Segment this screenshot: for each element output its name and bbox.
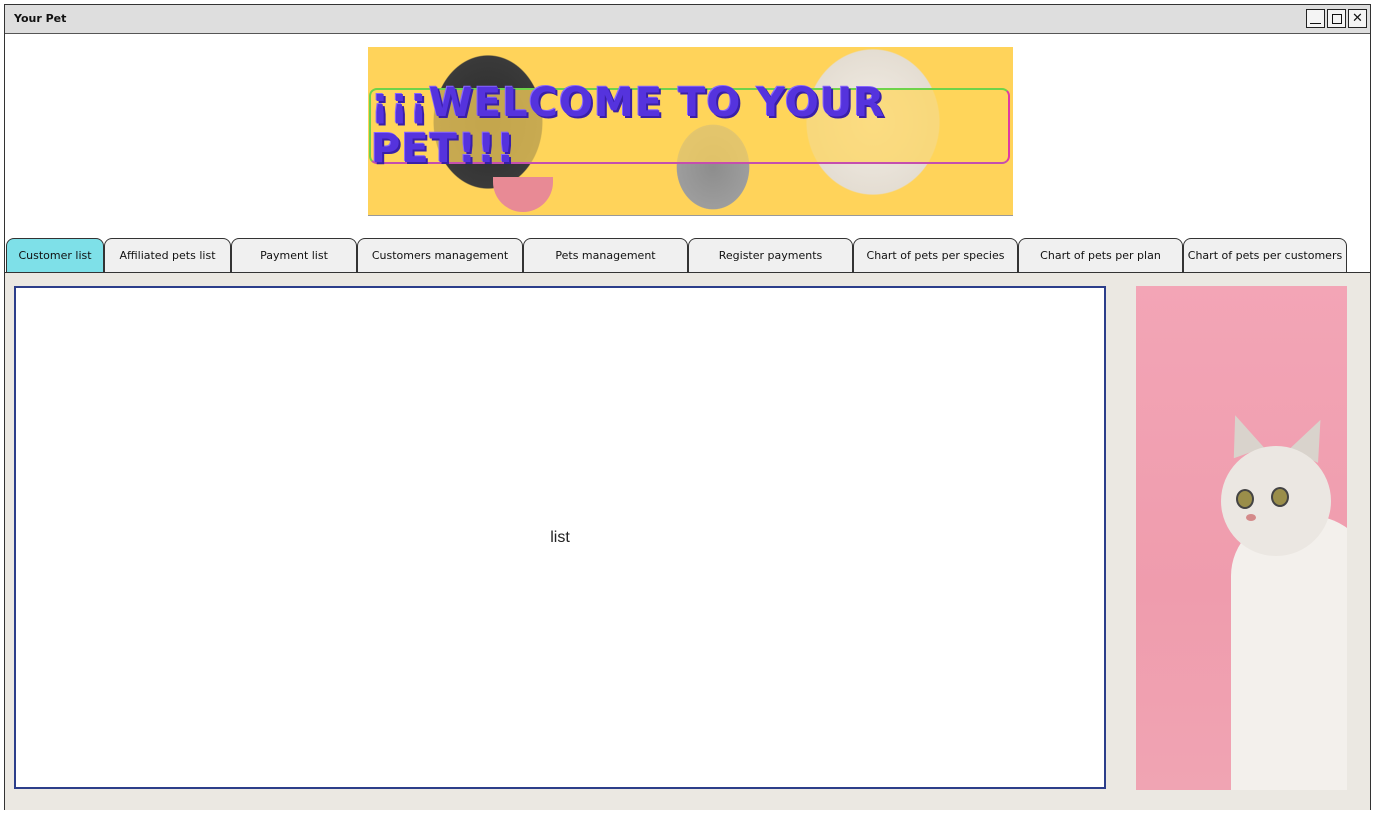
tab-chart-pets-per-plan[interactable]: Chart of pets per plan — [1018, 238, 1183, 272]
tab-register-payments[interactable]: Register payments — [688, 238, 853, 272]
maximize-button[interactable] — [1327, 9, 1346, 28]
cat-eye-right — [1271, 487, 1289, 507]
tab-chart-pets-per-customers[interactable]: Chart of pets per customers — [1183, 238, 1347, 272]
minimize-icon — [1310, 22, 1321, 24]
title-bar[interactable]: Your Pet ✕ — [5, 5, 1370, 34]
cat-eye-left — [1236, 489, 1254, 509]
cat-body-shape — [1231, 516, 1347, 790]
tab-affiliated-pets-list[interactable]: Affiliated pets list — [104, 238, 231, 272]
cat-nose — [1246, 514, 1256, 521]
app-window: Your Pet ✕ ¡¡¡Welcome to your pet!!! Cus… — [4, 4, 1371, 810]
close-icon: ✕ — [1352, 11, 1363, 26]
banner-text-box: ¡¡¡Welcome to your pet!!! — [369, 80, 1010, 172]
maximize-icon — [1331, 13, 1342, 24]
cat-photo — [1136, 286, 1347, 790]
list-placeholder-text: list — [550, 528, 570, 546]
tab-pets-management[interactable]: Pets management — [523, 238, 688, 272]
tab-payment-list[interactable]: Payment list — [231, 238, 357, 272]
close-button[interactable]: ✕ — [1348, 9, 1367, 28]
tab-bar: Customer list Affiliated pets list Payme… — [6, 237, 1347, 273]
tab-customers-management[interactable]: Customers management — [357, 238, 523, 272]
dog-mouth-decoration — [493, 177, 553, 212]
tab-customer-list[interactable]: Customer list — [6, 238, 104, 272]
customer-list-panel[interactable]: list — [14, 286, 1106, 789]
tab-chart-pets-per-species[interactable]: Chart of pets per species — [853, 238, 1018, 272]
window-title: Your Pet — [14, 12, 67, 25]
minimize-button[interactable] — [1306, 9, 1325, 28]
window-controls: ✕ — [1306, 9, 1367, 28]
tab-content-area: list — [5, 272, 1370, 810]
banner-heading: ¡¡¡Welcome to your pet!!! — [371, 80, 886, 172]
welcome-banner-image: ¡¡¡Welcome to your pet!!! — [368, 47, 1013, 216]
